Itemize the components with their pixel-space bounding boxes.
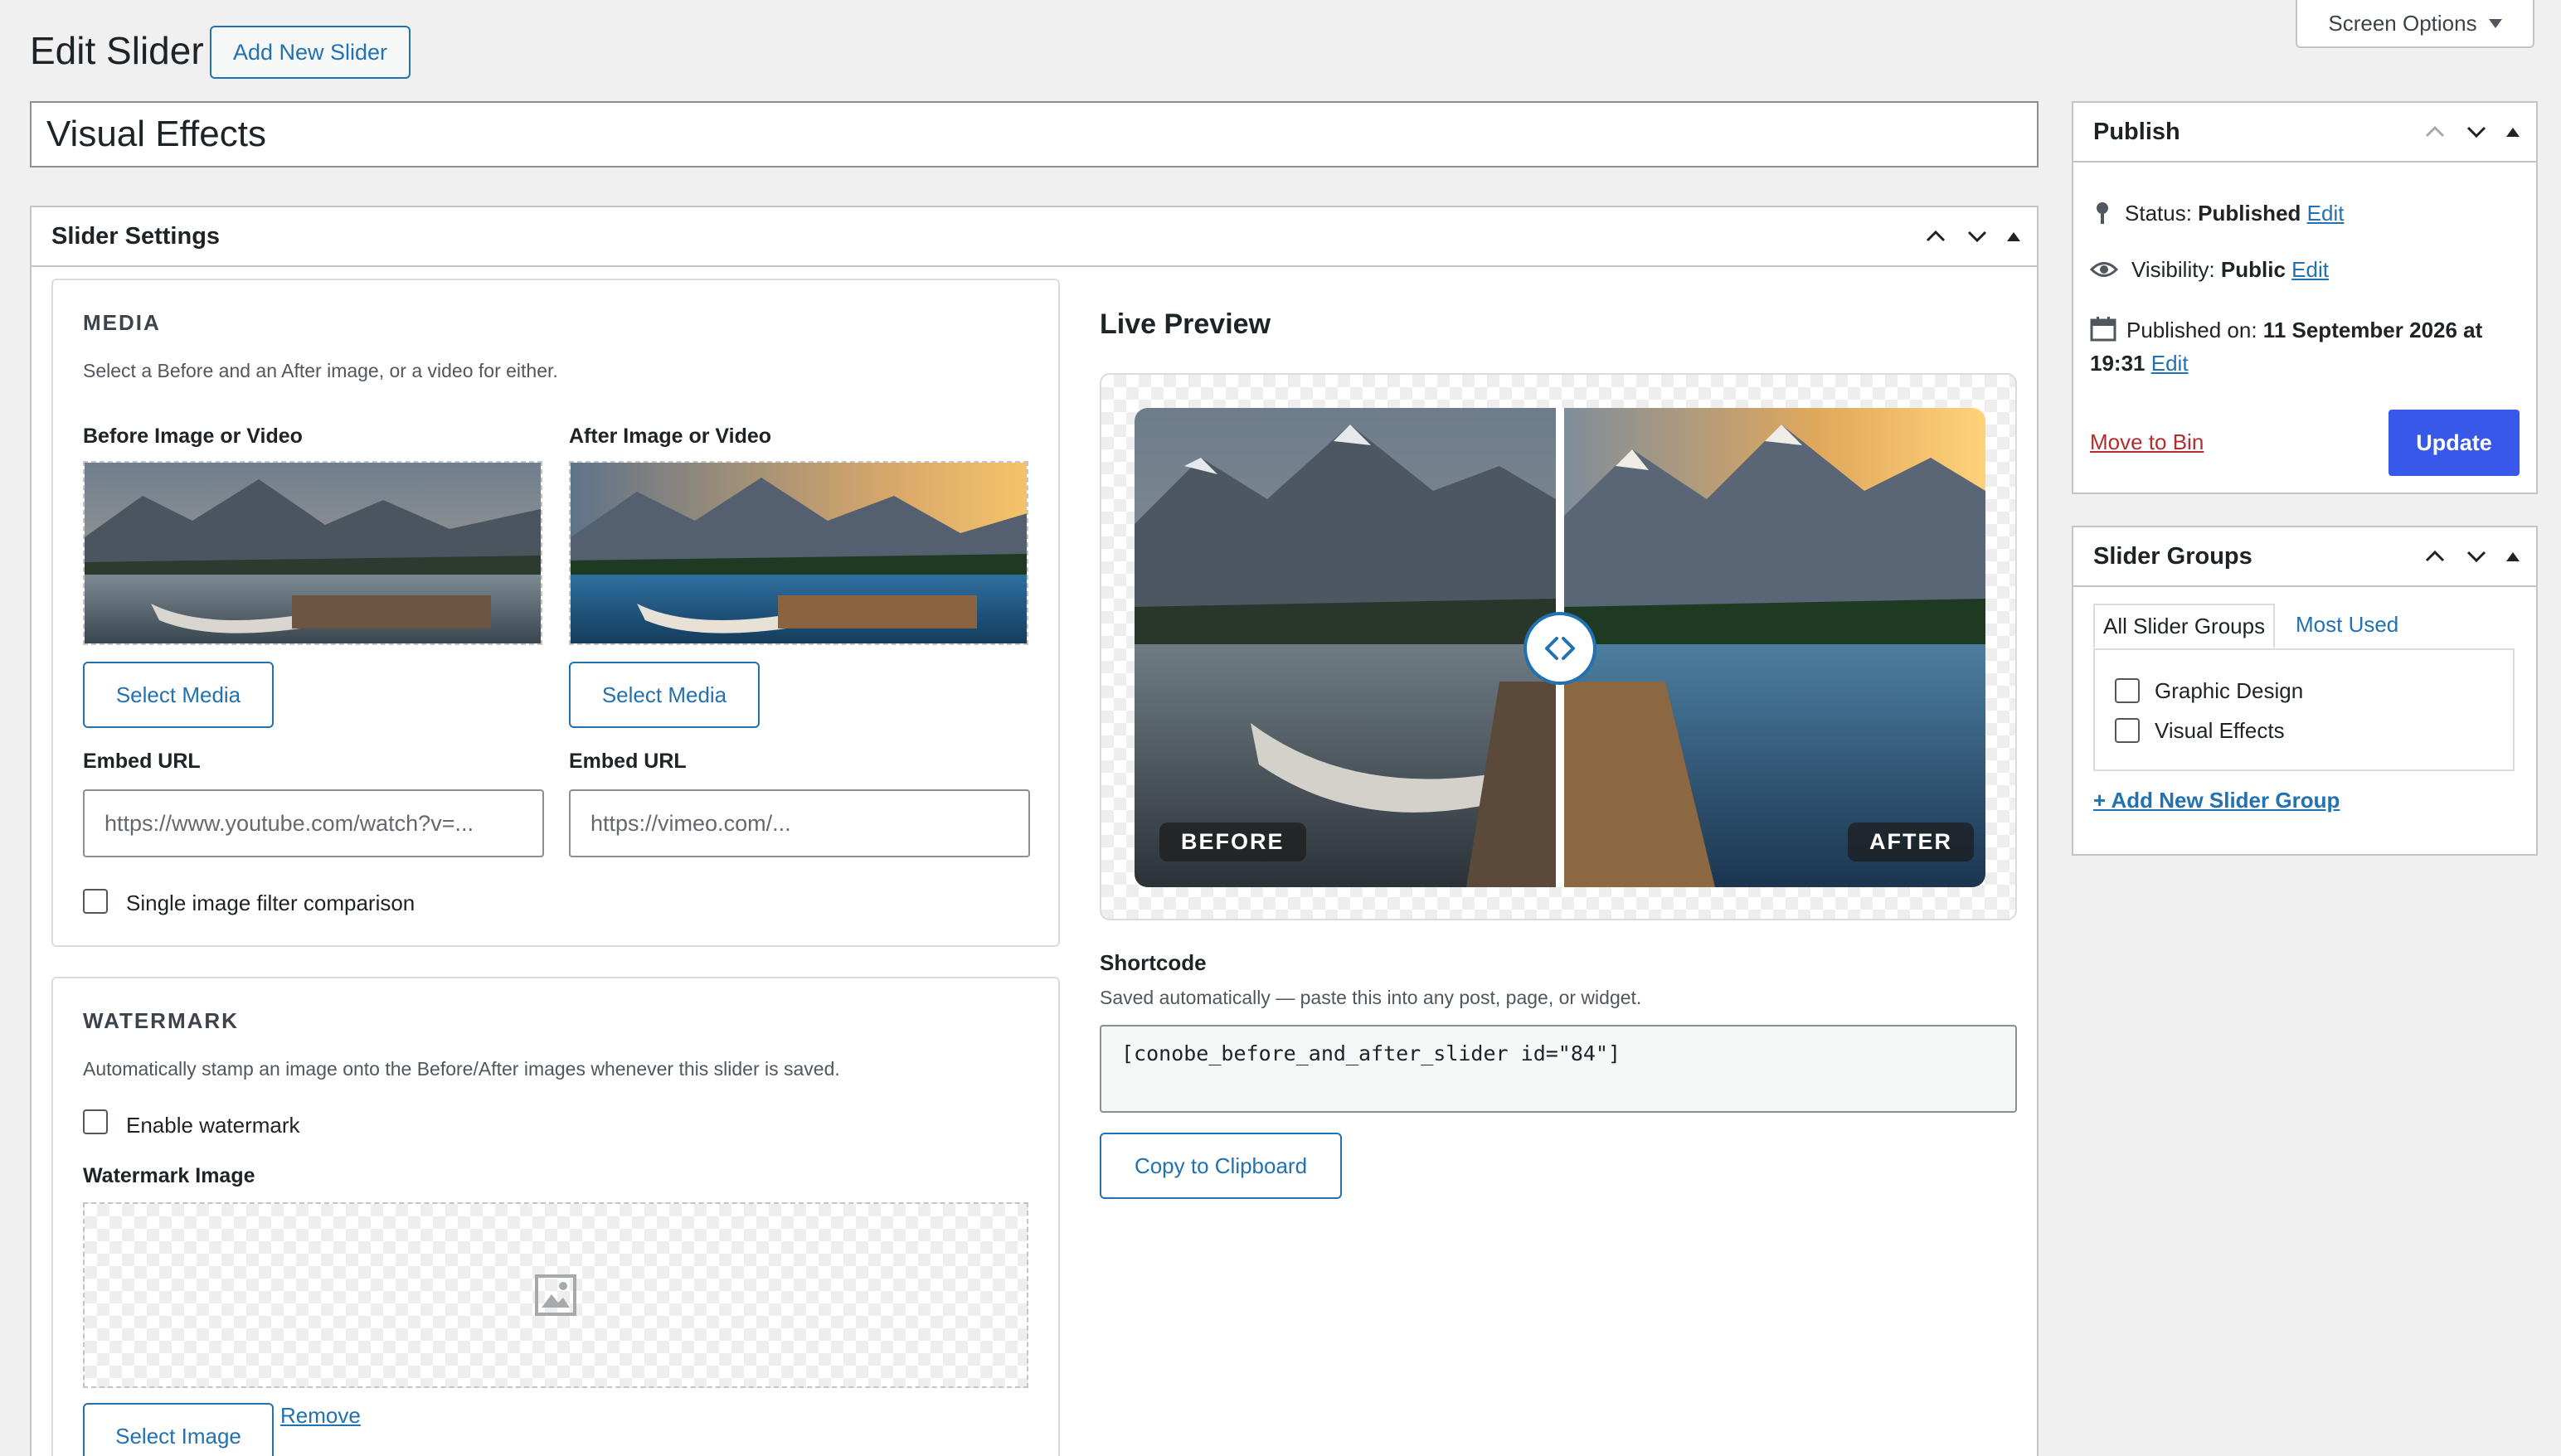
status-label: Status:: [2125, 201, 2192, 226]
before-badge: BEFORE: [1159, 823, 1306, 861]
slider-groups-heading: Slider Groups: [2093, 542, 2252, 570]
chevron-up-icon[interactable]: [1924, 225, 1947, 248]
calendar-icon: [2090, 317, 2116, 342]
status-value: Published: [2198, 201, 2301, 226]
eye-icon: [2090, 262, 2118, 277]
watermark-card: WATERMARK Automatically stamp an image o…: [51, 977, 1060, 1456]
collapse-toggle-icon[interactable]: [2506, 127, 2520, 137]
shortcode-textarea[interactable]: [conobe_before_and_after_slider id="84"]: [1100, 1025, 2017, 1113]
before-media-label: Before Image or Video: [83, 425, 303, 448]
after-embed-url-input[interactable]: https://vimeo.com/...: [569, 789, 1030, 857]
caret-down-icon: [2488, 18, 2502, 28]
after-select-media-button[interactable]: Select Media: [569, 662, 760, 728]
published-date: 11 September 2026 at: [2262, 318, 2483, 342]
visibility-label: Visibility:: [2131, 257, 2215, 282]
slider-groups-panel: Slider Groups All Slider Groups Most Use…: [2072, 526, 2538, 856]
visibility-value: Public: [2220, 257, 2286, 282]
comparison-slider[interactable]: BEFORE AFTER: [1135, 408, 1985, 887]
slider-title-input[interactable]: Visual Effects: [30, 101, 2039, 167]
tab-most-used[interactable]: Most Used: [2296, 612, 2398, 638]
publish-header: Publish: [2073, 103, 2536, 163]
live-preview-title: Live Preview: [1100, 308, 1271, 340]
group-checkbox-visual-effects[interactable]: [2115, 718, 2140, 743]
add-new-slider-group-link[interactable]: + Add New Slider Group: [2093, 788, 2340, 813]
slider-settings-heading: Slider Settings: [51, 222, 221, 250]
before-embed-url-label: Embed URL: [83, 750, 201, 773]
after-media-label: After Image or Video: [569, 425, 772, 448]
edit-published-link[interactable]: Edit: [2151, 351, 2189, 376]
before-thumbnail[interactable]: [83, 461, 542, 645]
chevron-up-icon[interactable]: [2423, 545, 2447, 568]
before-landscape-image: [85, 463, 541, 643]
watermark-title: WATERMARK: [83, 1008, 239, 1033]
media-title: MEDIA: [83, 310, 161, 335]
collapse-toggle-icon[interactable]: [2007, 231, 2020, 241]
published-time: 19:31: [2090, 351, 2146, 376]
after-landscape-image: [571, 463, 1027, 643]
group-label-graphic-design: Graphic Design: [2155, 678, 2304, 703]
screen-options-label: Screen Options: [2328, 10, 2477, 36]
shortcode-label: Shortcode: [1100, 950, 1207, 975]
chevron-up-icon[interactable]: [2423, 120, 2447, 143]
media-description: Select a Before and an After image, or a…: [83, 360, 558, 381]
group-checkbox-graphic-design[interactable]: [2115, 678, 2140, 703]
screen-options-button[interactable]: Screen Options: [2296, 0, 2534, 48]
comparison-handle[interactable]: [1523, 612, 1596, 685]
after-thumbnail[interactable]: [569, 461, 1028, 645]
page-title: Edit Slider: [30, 29, 204, 72]
shortcode-description: Saved automatically — paste this into an…: [1100, 987, 1642, 1008]
watermark-remove-link[interactable]: Remove: [280, 1403, 361, 1429]
watermark-description: Automatically stamp an image onto the Be…: [83, 1058, 840, 1080]
pin-icon: [2097, 202, 2108, 224]
edit-visibility-link[interactable]: Edit: [2291, 257, 2329, 282]
slider-title-value: Visual Effects: [46, 114, 266, 154]
before-select-media-button[interactable]: Select Media: [83, 662, 274, 728]
published-label: Published on:: [2126, 318, 2257, 342]
slider-settings-header: Slider Settings: [32, 207, 2037, 267]
publish-panel: Publish Status: Published Edit Visibilit…: [2072, 101, 2538, 494]
enable-watermark-label: Enable watermark: [126, 1113, 300, 1138]
visibility-row: Visibility: Public Edit: [2090, 257, 2329, 283]
live-preview-frame: BEFORE AFTER: [1100, 373, 2017, 920]
after-embed-url-label: Embed URL: [569, 750, 687, 773]
status-row: Status: Published Edit: [2093, 201, 2344, 226]
slider-groups-header: Slider Groups: [2073, 527, 2536, 587]
published-on-row: Published on: 11 September 2026 at 19:31…: [2090, 313, 2521, 380]
after-badge: AFTER: [1848, 823, 1974, 861]
chevron-down-icon[interactable]: [2465, 120, 2488, 143]
enable-watermark-checkbox[interactable]: [83, 1109, 108, 1134]
chevron-down-icon[interactable]: [1966, 225, 1989, 248]
media-card: MEDIA Select a Before and an After image…: [51, 279, 1060, 947]
publish-heading: Publish: [2093, 118, 2180, 145]
add-new-slider-button[interactable]: Add New Slider: [210, 26, 411, 79]
edit-status-link[interactable]: Edit: [2307, 201, 2345, 226]
shortcode-value: [conobe_before_and_after_slider id="84"]: [1121, 1041, 1621, 1065]
slider-groups-list: Graphic Design Visual Effects: [2093, 648, 2515, 771]
copy-to-clipboard-button[interactable]: Copy to Clipboard: [1100, 1133, 1342, 1199]
watermark-dropzone[interactable]: [83, 1202, 1028, 1388]
single-filter-checkbox[interactable]: [83, 889, 108, 914]
group-label-visual-effects: Visual Effects: [2155, 718, 2285, 743]
watermark-select-image-button[interactable]: Select Image: [83, 1403, 274, 1456]
before-embed-url-input[interactable]: https://www.youtube.com/watch?v=...: [83, 789, 544, 857]
update-button[interactable]: Update: [2388, 410, 2520, 476]
tab-all-slider-groups[interactable]: All Slider Groups: [2093, 604, 2276, 648]
single-filter-label: Single image filter comparison: [126, 891, 415, 915]
watermark-image-label: Watermark Image: [83, 1164, 255, 1187]
chevron-down-icon[interactable]: [2465, 545, 2488, 568]
code-arrows-icon: [1545, 637, 1575, 660]
move-to-bin-link[interactable]: Move to Bin: [2090, 430, 2204, 455]
collapse-toggle-icon[interactable]: [2506, 551, 2520, 561]
image-placeholder-icon: [535, 1274, 576, 1316]
